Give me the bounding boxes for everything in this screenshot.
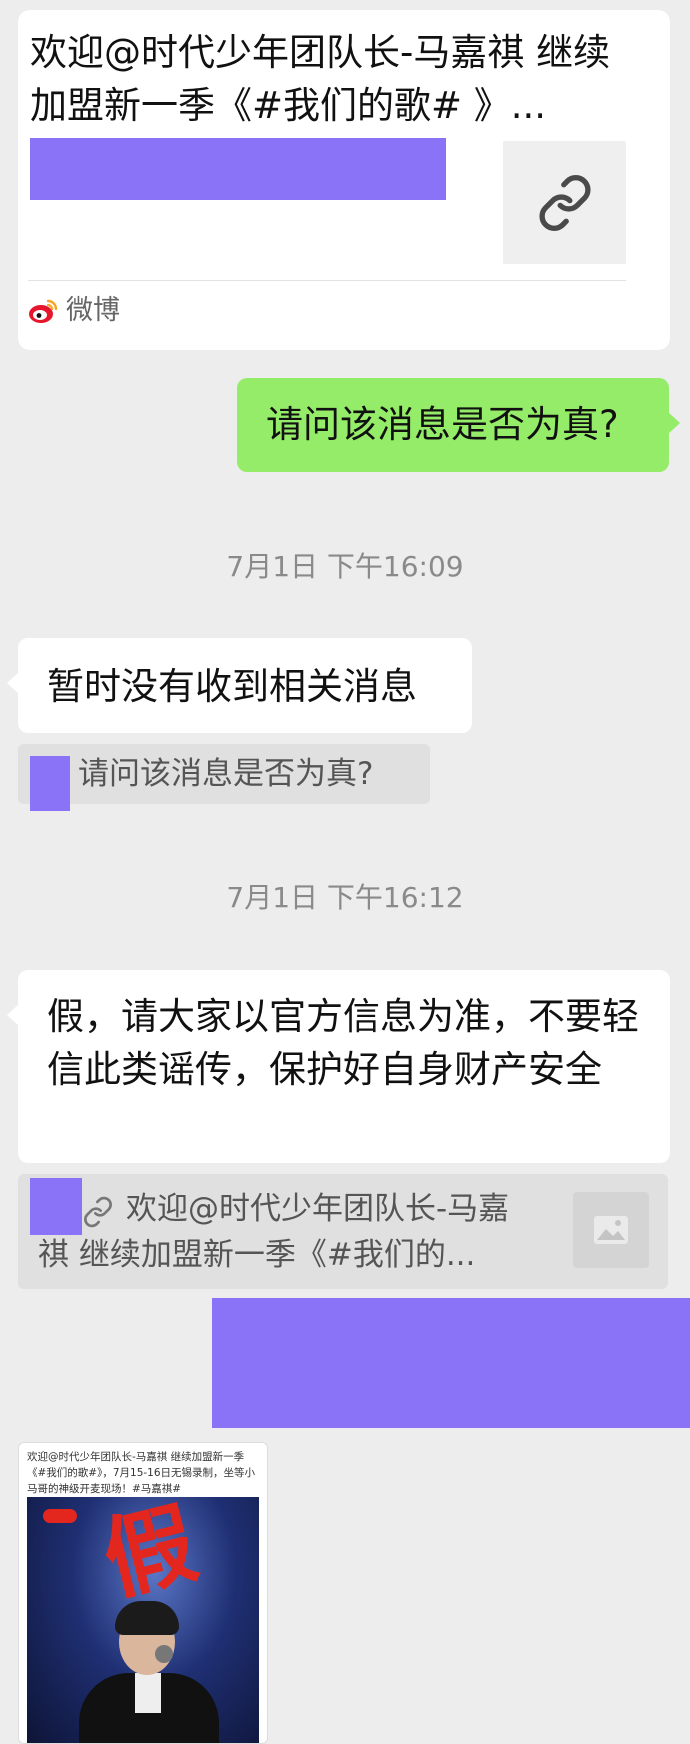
image-caption-text: 欢迎@时代少年团队长-马嘉祺 继续加盟新一季《#我们的歌#》，7月15-16日无… [27,1451,256,1495]
singer-collar [135,1673,161,1713]
incoming-message-text: 假，请大家以官方信息为准，不要轻信此类谣传，保护好自身财产安全 [47,995,639,1091]
weibo-icon [29,299,58,323]
link-card-title[interactable]: 欢迎@时代少年团队长-马嘉祺 继续加盟新一季《#我们的歌# 》... [30,26,630,132]
link-source-label: 微博 [66,295,120,326]
timestamp: 7月1日 下午16:12 [226,881,464,914]
redaction-block [30,756,70,811]
image-message[interactable]: 欢迎@时代少年团队长-马嘉祺 继续加盟新一季《#我们的歌#》，7月15-16日无… [18,1442,268,1744]
incoming-message-text: 暂时没有收到相关消息 [47,665,417,708]
link-icon [84,1196,112,1228]
link-thumbnail[interactable] [503,141,626,264]
tv-logo [43,1509,77,1523]
redaction-block [212,1298,690,1428]
fake-stamp: 假 [93,1490,207,1615]
timestamp: 7月1日 下午16:09 [226,550,464,583]
microphone [155,1645,173,1663]
quoted-link-thumbnail [573,1192,649,1268]
outgoing-message-text: 请问该消息是否为真? [266,403,619,446]
image-icon [594,1216,628,1244]
redaction-block [30,1178,82,1235]
redaction-block [30,138,446,200]
quoted-message-text: 请问该消息是否为真? [78,756,374,792]
card-divider [28,280,626,281]
link-icon [538,174,591,231]
concert-photo: 假 [27,1490,259,1743]
